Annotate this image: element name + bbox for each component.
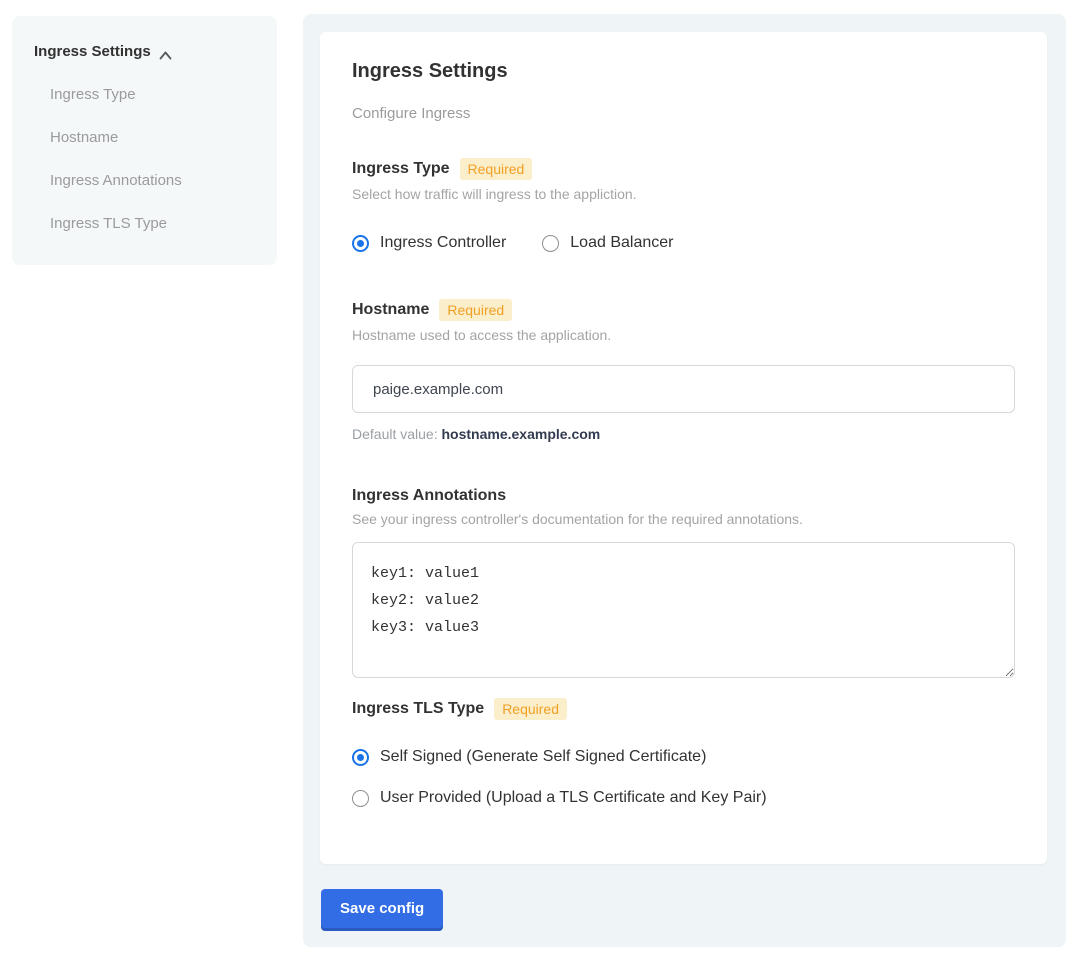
default-value-prefix: Default value: <box>352 426 442 442</box>
ingress-settings-card: Ingress Settings Configure Ingress Ingre… <box>320 32 1047 864</box>
sidebar-group-ingress-settings[interactable]: Ingress Settings <box>34 43 255 60</box>
required-badge: Required <box>460 158 533 180</box>
page-title: Ingress Settings <box>352 60 1015 83</box>
section-ingress-tls-type: Ingress TLS Type Required Self Signed (G… <box>352 698 1015 807</box>
ingress-type-label: Ingress Type <box>352 160 450 178</box>
page-subtitle: Configure Ingress <box>352 105 1015 122</box>
radio-ingress-controller-label[interactable]: Ingress Controller <box>380 234 506 252</box>
radio-user-provided[interactable]: User Provided (Upload a TLS Certificate … <box>352 789 1015 807</box>
section-ingress-type: Ingress Type Required Select how traffic… <box>352 158 1015 252</box>
section-hostname: Hostname Required Hostname used to acces… <box>352 299 1015 442</box>
radio-selected-icon[interactable] <box>352 749 369 766</box>
radio-self-signed[interactable]: Self Signed (Generate Self Signed Certif… <box>352 748 1015 766</box>
ingress-type-radio-group: Ingress Controller Load Balancer <box>352 234 1015 252</box>
ingress-type-help: Select how traffic will ingress to the a… <box>352 186 1015 202</box>
required-badge: Required <box>439 299 512 321</box>
sidebar-item-hostname[interactable]: Hostname <box>50 129 255 146</box>
hostname-help: Hostname used to access the application. <box>352 327 1015 343</box>
config-nav-sidebar: Ingress Settings Ingress Type Hostname I… <box>12 16 277 265</box>
default-value-text: hostname.example.com <box>442 426 601 442</box>
ingress-annotations-help: See your ingress controller's documentat… <box>352 511 1015 527</box>
radio-unselected-icon[interactable] <box>352 790 369 807</box>
section-ingress-annotations: Ingress Annotations See your ingress con… <box>352 487 1015 678</box>
sidebar-group-label: Ingress Settings <box>34 43 151 60</box>
required-badge: Required <box>494 698 567 720</box>
radio-unselected-icon[interactable] <box>542 235 559 252</box>
radio-self-signed-label[interactable]: Self Signed (Generate Self Signed Certif… <box>380 748 706 766</box>
hostname-input[interactable] <box>352 365 1015 413</box>
chevron-up-icon <box>159 47 172 56</box>
sidebar-item-list: Ingress Type Hostname Ingress Annotation… <box>34 86 255 232</box>
sidebar-item-ingress-annotations[interactable]: Ingress Annotations <box>50 172 255 189</box>
ingress-tls-radio-group: Self Signed (Generate Self Signed Certif… <box>352 748 1015 807</box>
sidebar-item-ingress-type[interactable]: Ingress Type <box>50 86 255 103</box>
radio-selected-icon[interactable] <box>352 235 369 252</box>
ingress-annotations-label: Ingress Annotations <box>352 487 506 505</box>
config-panel: Ingress Settings Configure Ingress Ingre… <box>303 14 1066 947</box>
hostname-label: Hostname <box>352 301 429 319</box>
ingress-annotations-textarea[interactable]: key1: value1 key2: value2 key3: value3 <box>352 542 1015 678</box>
ingress-tls-type-label: Ingress TLS Type <box>352 700 484 718</box>
radio-load-balancer-label[interactable]: Load Balancer <box>570 234 673 252</box>
hostname-default-line: Default value: hostname.example.com <box>352 426 1015 442</box>
radio-load-balancer[interactable]: Load Balancer <box>542 234 673 252</box>
radio-ingress-controller[interactable]: Ingress Controller <box>352 234 506 252</box>
save-config-button[interactable]: Save config <box>321 889 443 928</box>
sidebar-item-ingress-tls-type[interactable]: Ingress TLS Type <box>50 215 255 232</box>
radio-user-provided-label[interactable]: User Provided (Upload a TLS Certificate … <box>380 789 767 807</box>
